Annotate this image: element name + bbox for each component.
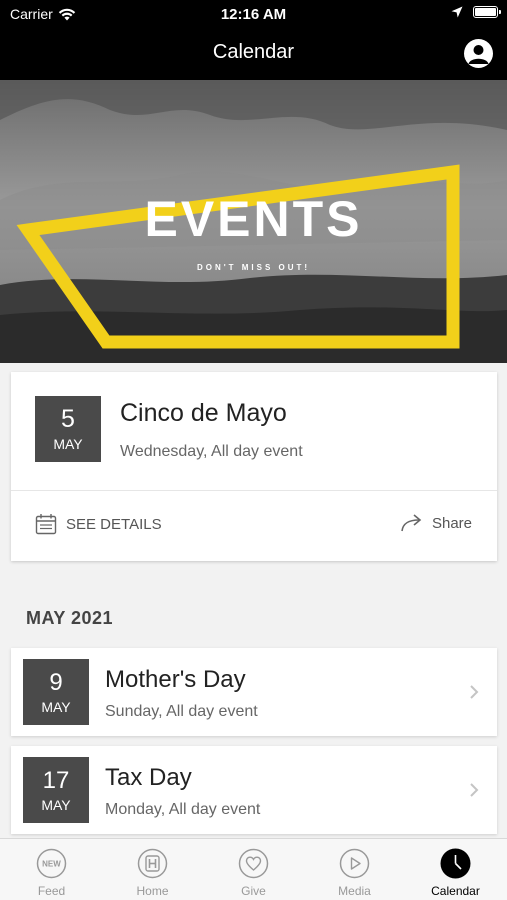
event-subtitle: Sunday, All day event — [105, 703, 258, 720]
tab-label: Home — [136, 884, 169, 898]
tab-label: Feed — [37, 884, 66, 898]
tab-give[interactable]: Give — [203, 839, 304, 900]
tab-home[interactable]: Home — [102, 839, 203, 900]
event-title: Cinco de Mayo — [120, 399, 287, 427]
event-month: MAY — [41, 797, 71, 813]
see-details-label: SEE DETAILS — [66, 515, 162, 533]
event-subtitle: Monday, All day event — [105, 801, 261, 818]
tab-label: Calendar — [431, 884, 480, 898]
svg-text:NEW: NEW — [42, 860, 61, 869]
play-icon — [339, 848, 370, 879]
banner-subtitle: DON'T MISS OUT! — [196, 263, 311, 272]
status-bar: Carrier 12:16 AM — [0, 0, 507, 28]
event-row[interactable]: 9 MAY Mother's Day Sunday, All day event — [11, 648, 497, 736]
location-arrow-icon — [451, 6, 463, 18]
profile-button[interactable] — [464, 39, 493, 68]
event-day: 5 — [61, 405, 75, 433]
new-badge-icon: NEW — [36, 848, 67, 879]
chevron-right-icon — [470, 783, 479, 797]
event-day: 9 — [49, 669, 63, 696]
event-date-badge: 17 MAY — [23, 757, 89, 823]
event-title: Mother's Day — [105, 666, 246, 693]
see-details-button[interactable]: SEE DETAILS — [35, 513, 162, 535]
event-month: MAY — [41, 699, 71, 715]
event-date-badge: 5 MAY — [35, 396, 101, 462]
tab-label: Give — [241, 884, 266, 898]
share-arrow-icon — [401, 514, 422, 532]
page-title: Calendar — [212, 41, 295, 63]
clock-icon — [440, 848, 471, 879]
share-label: Share — [431, 514, 472, 532]
event-row[interactable]: 17 MAY Tax Day Monday, All day event — [11, 746, 497, 834]
month-section-header: MAY 2021 — [26, 608, 114, 628]
tab-calendar[interactable]: Calendar — [405, 839, 506, 900]
share-button[interactable]: Share — [400, 513, 472, 533]
status-time: 12:16 AM — [220, 6, 287, 23]
chevron-right-icon — [470, 685, 479, 699]
tab-label: Media — [338, 884, 371, 898]
heart-icon — [238, 848, 269, 879]
tab-bar: NEW Feed Home Give Media Calendar — [0, 838, 507, 900]
tab-feed[interactable]: NEW Feed — [1, 839, 102, 900]
event-day: 17 — [42, 767, 70, 794]
event-subtitle: Wednesday, All day event — [120, 443, 303, 460]
event-month: MAY — [53, 436, 83, 452]
event-title: Tax Day — [105, 764, 192, 791]
featured-event-card[interactable]: 5 MAY Cinco de Mayo Wednesday, All day e… — [11, 372, 497, 561]
banner-title: EVENTS — [144, 191, 363, 247]
home-h-icon — [137, 848, 168, 879]
user-icon — [468, 45, 489, 64]
nav-bar: Calendar — [0, 28, 507, 80]
card-divider — [11, 490, 497, 491]
event-date-badge: 9 MAY — [23, 659, 89, 725]
calendar-icon — [35, 514, 57, 535]
tab-media[interactable]: Media — [304, 839, 405, 900]
battery-icon — [473, 6, 501, 18]
